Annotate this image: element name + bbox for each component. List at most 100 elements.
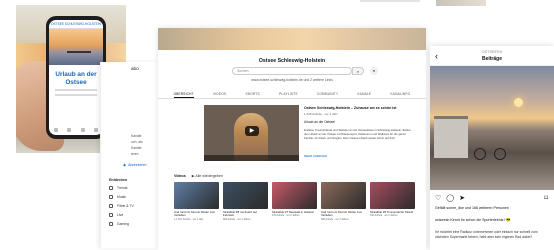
film-icon [109,204,113,208]
featured-video-description: Endlose Traumstrände und Steilufer an de… [304,128,411,140]
banner-fragment [436,0,486,6]
sun [514,98,523,107]
sidebar-text: Kanäle [131,134,142,138]
sidebar-item-label: Filme & TV [117,204,134,208]
live-icon [109,213,113,217]
video-list: Und rund um Kiel ein Wetter zum Verliebe… [174,182,420,221]
sidebar-item-trends[interactable]: Trends [109,186,127,190]
video-meta: 1,1 Tsd. Aufrufe · vor 1 Jahr [174,217,204,221]
tab-videos[interactable]: VIDEOS [213,91,226,98]
videos-heading: Videos [174,174,186,178]
video-thumbnail[interactable] [321,182,366,209]
post-image[interactable] [430,66,554,190]
phone-screen: OSTSEE SCHLESWIG-HOLSTEIN Urlaub an der … [49,20,103,135]
bottom-nav [49,128,103,132]
subscribe-label: Abonnieren [128,163,147,167]
video-thumbnail[interactable] [223,182,268,209]
smartphone: OSTSEE SCHLESWIG-HOLSTEIN Urlaub an der … [46,16,106,139]
video-thumbnail[interactable] [272,182,317,209]
search-button[interactable]: ⌕ [352,67,364,75]
tab-playlists[interactable]: PLAYLISTS [279,91,298,98]
bicycle [474,142,510,160]
sidebar-item-label: Trends [117,186,128,190]
sidebar-item-movies[interactable]: Filme & TV [109,204,134,208]
bookmark-icon[interactable]: ⌑ [544,194,548,202]
mic-icon: ● [372,69,376,73]
comment-icon[interactable]: ◯ [446,194,454,202]
channel-tabs: ÜBERSICHT VIDEOS SHORTS PLAYLISTS COMMUN… [158,91,426,99]
video-title[interactable]: Und rund um Kiel ein Wetter zum Verliebe… [321,210,366,218]
text-placeholder [55,94,97,96]
videos-section-header: Videos ▶ Alle wiedergeben [174,174,223,178]
tab-about[interactable]: KANALINFO [390,91,410,98]
sidebar-item-music[interactable]: Musik [109,195,126,199]
featured-video-title[interactable]: Ostsee Schleswig-Holstein – Zuhause wo e… [304,106,414,110]
post-actions: ♡ ◯ ➤ [435,194,465,202]
channel-link[interactable]: www.ostsee-schleswig-holstein.de und 2 w… [158,78,426,82]
user-icon: ◉ [123,163,127,167]
player-controls[interactable] [204,155,299,161]
sidebar-item-gaming[interactable]: Gaming [109,222,129,226]
video-card[interactable]: Strandbar #7 Neustadt in Holstein 470 Auf… [272,182,317,221]
headline: Urlaub an der Ostsee [55,71,97,86]
trends-icon [109,186,113,190]
video-meta: 600 Aufrufe · vor 2 Jahren [223,217,251,221]
hero-image [49,29,103,65]
nav-icon[interactable] [94,128,99,132]
video-thumbnail[interactable] [370,182,415,209]
tab-shorts[interactable]: SHORTS [245,91,259,98]
video-card[interactable]: Und rund um Kiel ein Wetter zum Verliebe… [174,182,219,221]
tab-channels[interactable]: KANÄLE [357,91,371,98]
sidebar-text: Kanäle [131,146,142,150]
sidebar-item-live[interactable]: Live [109,213,123,217]
subscribe-button[interactable]: ◉ Abonnieren [123,163,147,167]
instagram-post: ‹ OSTSEESH Beiträge ♡ ◯ ➤ ⌑ Gefällt sonn… [430,46,554,250]
page-title: Beiträge [481,56,502,62]
video-meta: 380 Aufrufe · vor 2 Jahren [321,217,349,221]
video-title[interactable]: Und rund um Kiel ein Wetter zum Verliebe… [174,210,219,218]
search-input[interactable]: Suchen [232,67,352,75]
video-title[interactable]: Strandbar #8 mit Zoebz auf Fehmarn [223,210,268,218]
play-button[interactable]: ▶ [245,126,259,136]
video-card[interactable]: Und rund um Kiel ein Wetter zum Verliebe… [321,182,366,221]
music-icon [109,195,113,199]
video-meta: 470 Aufrufe · vor 2 Jahren [272,214,300,218]
pier [67,51,91,53]
channel-banner [158,28,426,50]
sidebar-text: ieren [131,152,139,156]
featured-video-meta: 1.345 Aufrufe · vor 1 Jahr [304,112,338,116]
video-card[interactable]: Strandbar #5 Timmendorfer Strand 510 Aufr… [370,182,415,221]
beach-hut [434,116,468,158]
sidebar-text: uch, als [131,140,143,144]
video-frame-person [234,113,268,161]
likes-text[interactable]: Gefällt sonne_dke und 166 weiteren Perso… [435,206,551,211]
nav-icon[interactable] [67,128,72,132]
bike-wheel [494,148,506,160]
show-more-link[interactable]: MEHR ANZEIGEN [304,154,327,158]
play-all-button[interactable]: ▶ Alle wiedergeben [192,174,223,178]
gaming-icon [109,222,113,226]
search-icon: ⌕ [356,69,360,74]
sidebar-fragment: abo [131,66,139,71]
post-header: ‹ OSTSEESH Beiträge [430,46,554,66]
mic-button[interactable]: ● [370,67,378,75]
sidebar-item-label: Musik [117,195,126,199]
nav-icon[interactable] [80,128,85,132]
account-name: OSTSEESH [481,50,503,54]
channel-name: Ostsee Schleswig-Holstein [258,58,326,64]
heart-icon[interactable]: ♡ [435,194,441,202]
featured-video-subtitle: Urlaub an der Ostsee! [304,120,336,124]
sidebar-item-label: Live [117,213,124,217]
youtube-sidebar: abo Kanäle uch, als Kanäle ieren ◉ Abonn… [100,62,158,248]
video-thumbnail[interactable] [174,182,219,209]
featured-video-player[interactable]: ▶ [204,105,299,161]
tab-overview[interactable]: ÜBERSICHT [173,91,194,98]
video-card[interactable]: Strandbar #8 mit Zoebz auf Fehmarn 600 Au… [223,182,268,221]
share-icon[interactable]: ➤ [459,194,465,202]
explore-heading: Entdecken [109,178,128,182]
nav-icon[interactable] [53,128,58,132]
post-caption-more: Ihr möchtet eine Radtour unternehmen ode… [435,230,538,239]
sidebar-item-label: Gaming [117,222,129,226]
post-caption: ostseesh Kennt ihr schon die Sporterlebn… [435,218,511,222]
tab-community[interactable]: COMMUNITY [317,91,338,98]
